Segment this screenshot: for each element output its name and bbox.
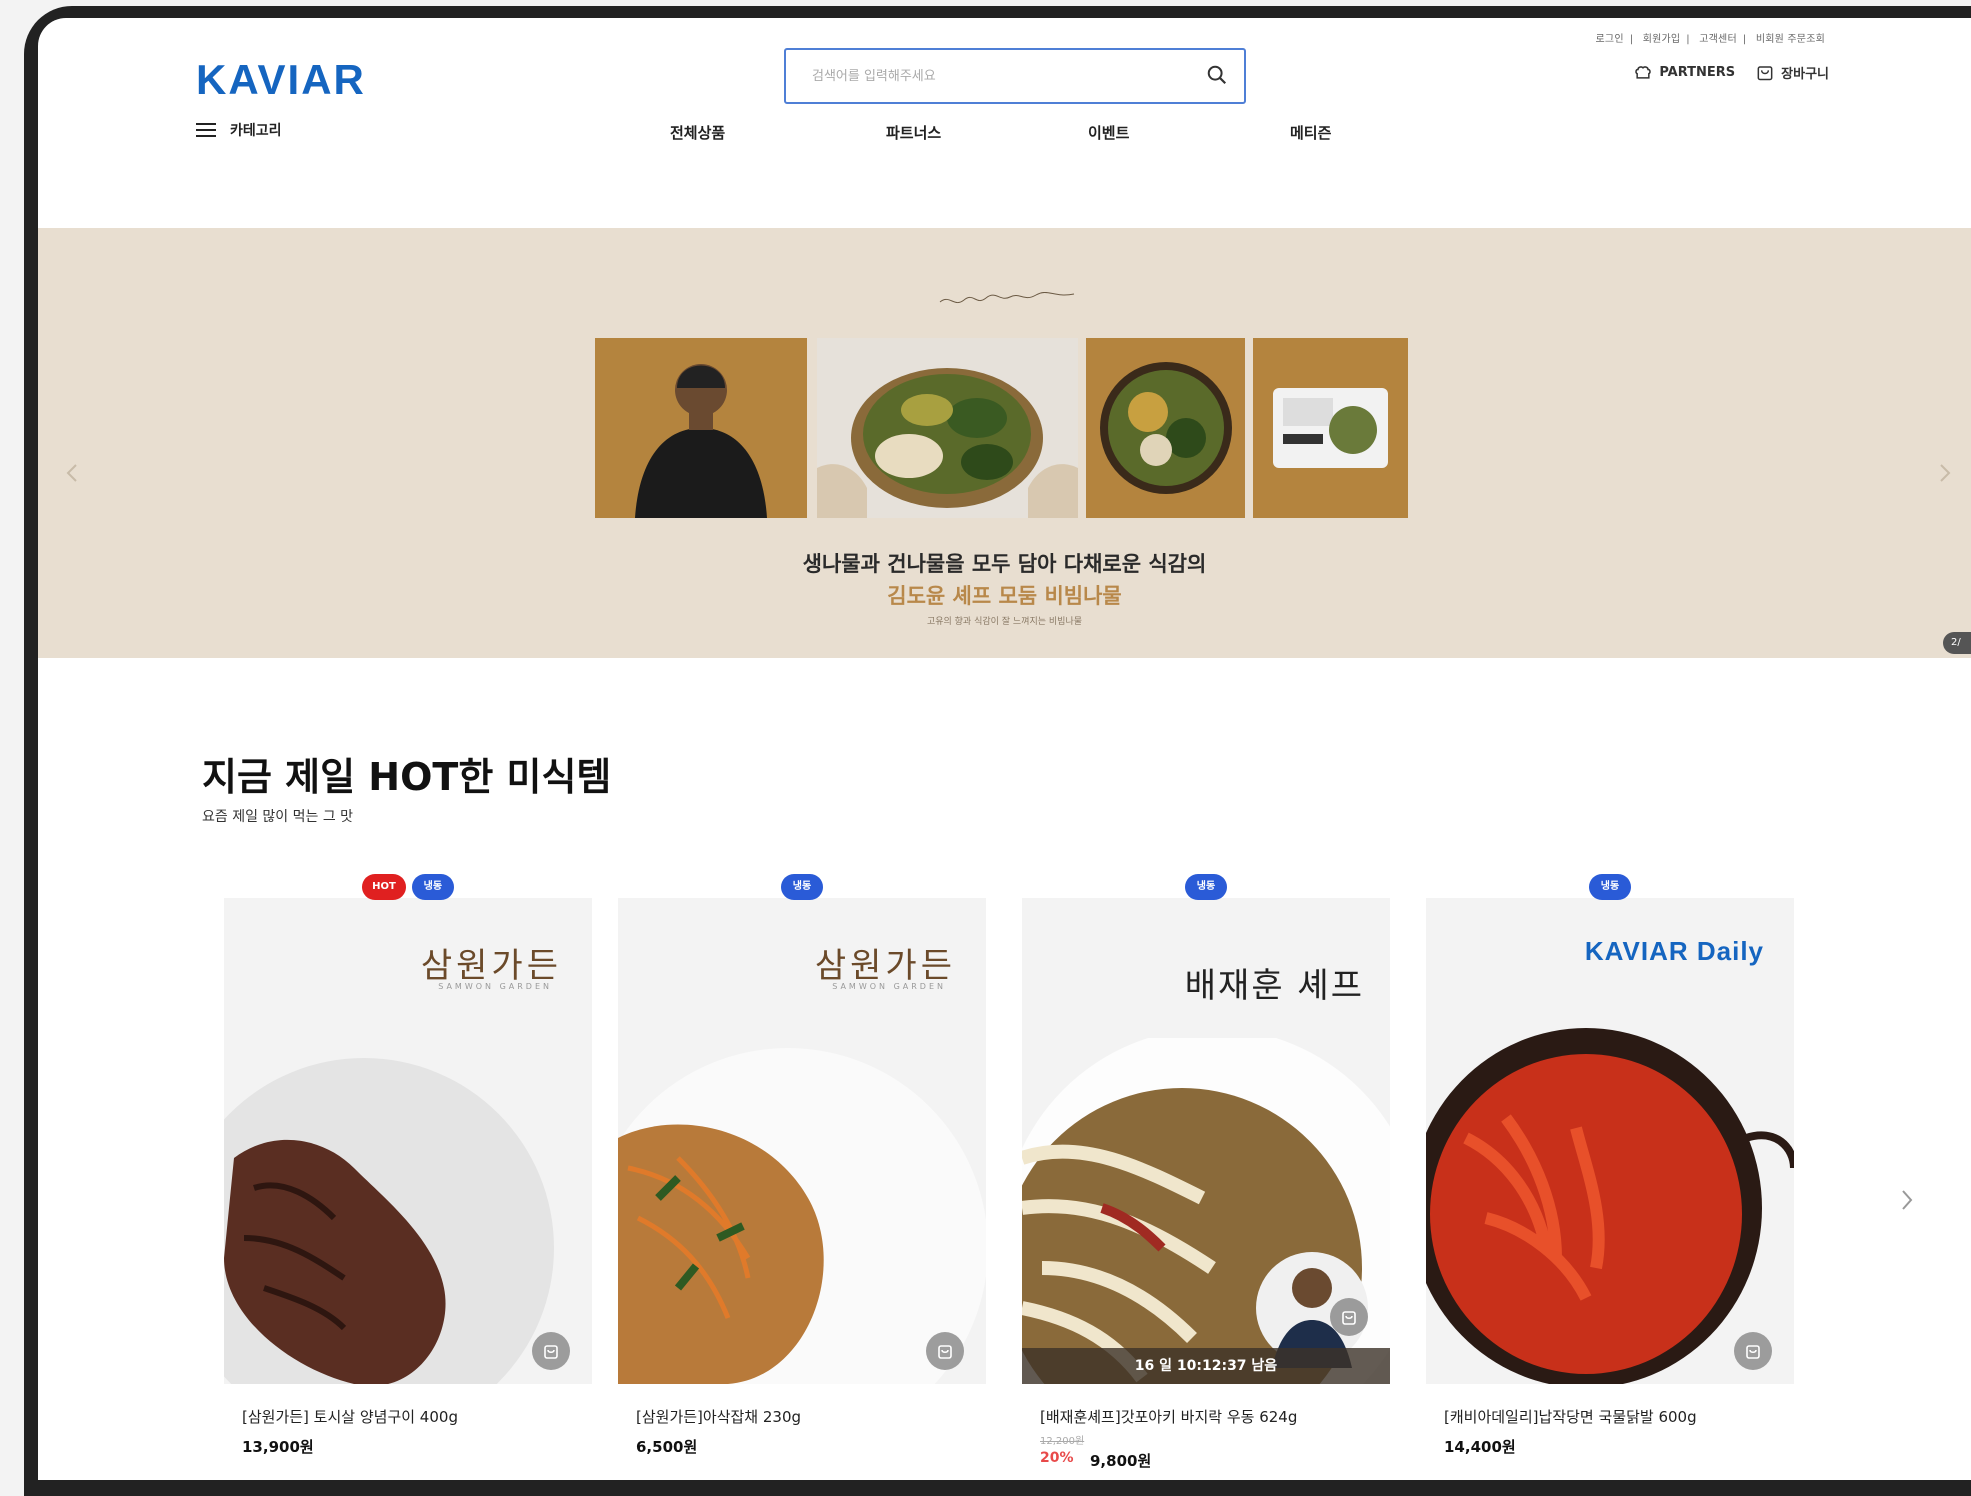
product-image[interactable]: 삼원가든 SAMWON GARDEN xyxy=(618,898,986,1384)
login-link[interactable]: 로그인 xyxy=(1596,34,1624,45)
brand-sub: SAMWON GARDEN xyxy=(832,982,946,991)
banner-line-3: 고유의 향과 식감이 잘 느껴지는 비빔나물 xyxy=(926,617,1083,627)
add-to-cart-button[interactable] xyxy=(1734,1332,1772,1370)
product-card[interactable]: 냉동 삼원가든 SAMWON GARDEN [삼원가든]아삭잡채 230g 6,… xyxy=(618,874,986,1480)
product-image[interactable]: 배재훈 셰프 16 일 10:12:37 남음 xyxy=(1022,898,1390,1384)
banner-line-2: 김도윤 셰프 모둠 비빔나물 xyxy=(887,584,1122,608)
partners-label: PARTNERS xyxy=(1659,64,1736,80)
cart-link[interactable]: 장바구니 xyxy=(1755,62,1829,82)
product-name[interactable]: [삼원가든]아삭잡채 230g xyxy=(636,1406,801,1427)
product-image[interactable]: KAVIAR Daily xyxy=(1426,898,1794,1384)
bibim-namul-bowl-photo xyxy=(817,338,1078,518)
chevron-left-icon[interactable] xyxy=(66,463,78,483)
hamburger-icon xyxy=(196,123,216,137)
product-image[interactable]: 삼원가든 SAMWON GARDEN xyxy=(224,898,592,1384)
cart-icon xyxy=(544,1345,558,1359)
product-package-photo xyxy=(1253,338,1408,518)
product-name[interactable]: [삼원가든] 토시살 양념구이 400g xyxy=(242,1406,458,1427)
section-title: 지금 제일 HOT한 미식템 xyxy=(202,755,612,799)
original-price: 12,200원 xyxy=(1040,1436,1085,1447)
nav-partners[interactable]: 파트너스 xyxy=(886,122,941,143)
add-to-cart-button[interactable] xyxy=(926,1332,964,1370)
cart-icon xyxy=(1746,1345,1760,1359)
badge-group: HOT 냉동 xyxy=(224,874,592,900)
brand-logo: 삼원가든 xyxy=(420,946,562,986)
nav-metizen[interactable]: 메티즌 xyxy=(1290,122,1331,143)
cart-icon xyxy=(1757,66,1773,81)
product-price: 14,400원 xyxy=(1444,1438,1516,1456)
signup-link[interactable]: 회원가입 xyxy=(1643,34,1681,45)
frozen-badge: 냉동 xyxy=(1185,874,1227,900)
brand-sub: SAMWON GARDEN xyxy=(438,982,552,991)
product-card[interactable]: 냉동 배재훈 셰프 16 일 10:12:37 남음 [배재훈셰프]갓포아키 바… xyxy=(1022,874,1390,1480)
chef-signature xyxy=(939,292,1075,304)
brand-logo: 배재훈 셰프 xyxy=(1184,966,1364,1006)
banner-pager[interactable]: 2/ xyxy=(1943,632,1971,654)
discount-rate: 20% xyxy=(1040,1450,1074,1466)
partners-icon xyxy=(1635,66,1652,79)
chevron-right-icon[interactable] xyxy=(1900,1188,1914,1212)
product-card[interactable]: 냉동 KAVIAR Daily [캐비아데일리]납작당면 국물닭발 600g 1… xyxy=(1426,874,1794,1480)
cart-icon xyxy=(938,1345,952,1359)
section-subtitle: 요즘 제일 많이 먹는 그 맛 xyxy=(202,809,354,825)
frozen-badge: 냉동 xyxy=(781,874,823,900)
utility-links: 로그인 | 회원가입 | 고객센터 | 비회원 주문조회 xyxy=(1595,34,1825,45)
site-logo[interactable]: KAVIAR xyxy=(196,56,366,104)
search-icon[interactable] xyxy=(1206,64,1228,86)
hot-badge: HOT xyxy=(362,874,406,900)
frozen-badge: 냉동 xyxy=(411,874,454,900)
product-card[interactable]: HOT 냉동 삼원가든 SAMWON GARDEN [삼원가든] 토시살 양념구… xyxy=(224,874,592,1480)
header-actions: PARTNERS 장바구니 xyxy=(1633,62,1829,82)
category-label: 카테고리 xyxy=(230,123,282,139)
badge-group: 냉동 xyxy=(1022,874,1390,900)
brand-logo: 삼원가든 xyxy=(814,946,956,986)
search-input[interactable] xyxy=(812,50,1202,102)
customer-center-link[interactable]: 고객센터 xyxy=(1699,34,1737,45)
product-price: 9,800원 xyxy=(1090,1452,1152,1470)
product-price: 13,900원 xyxy=(242,1438,314,1456)
chef-photo xyxy=(595,338,807,518)
banner-line-1: 생나물과 건나물을 모두 담아 다채로운 식감의 xyxy=(802,552,1207,576)
partners-link[interactable]: PARTNERS xyxy=(1633,62,1735,82)
cart-label: 장바구니 xyxy=(1781,66,1829,82)
product-name[interactable]: [캐비아데일리]납작당면 국물닭발 600g xyxy=(1444,1406,1697,1427)
badge-group: 냉동 xyxy=(1426,874,1794,900)
nav-all-products[interactable]: 전체상품 xyxy=(670,122,725,143)
frozen-badge: 냉동 xyxy=(1589,874,1631,900)
chevron-right-icon[interactable] xyxy=(1939,463,1951,483)
add-to-cart-button[interactable] xyxy=(1330,1298,1368,1336)
bowl-topview-photo xyxy=(1086,338,1245,518)
product-price: 6,500원 xyxy=(636,1438,698,1456)
product-name[interactable]: [배재훈셰프]갓포아키 바지락 우동 624g xyxy=(1040,1406,1297,1427)
nav-events[interactable]: 이벤트 xyxy=(1088,122,1129,143)
category-menu[interactable]: 카테고리 xyxy=(196,120,282,140)
guest-order-link[interactable]: 비회원 주문조회 xyxy=(1756,34,1825,45)
add-to-cart-button[interactable] xyxy=(532,1332,570,1370)
badge-group: 냉동 xyxy=(618,874,986,900)
deal-timer: 16 일 10:12:37 남음 xyxy=(1022,1348,1390,1384)
cart-icon xyxy=(1342,1311,1356,1325)
search-box xyxy=(784,48,1246,104)
hero-banner[interactable]: 생나물과 건나물을 모두 담아 다채로운 식감의 김도윤 셰프 모둠 비빔나물 … xyxy=(38,228,1971,658)
brand-logo: KAVIAR Daily xyxy=(1584,936,1764,966)
browser-viewport: 로그인| 회원가입| 고객센터| 비회원 주문조회 KAVIAR PARTNER… xyxy=(38,18,1971,1480)
